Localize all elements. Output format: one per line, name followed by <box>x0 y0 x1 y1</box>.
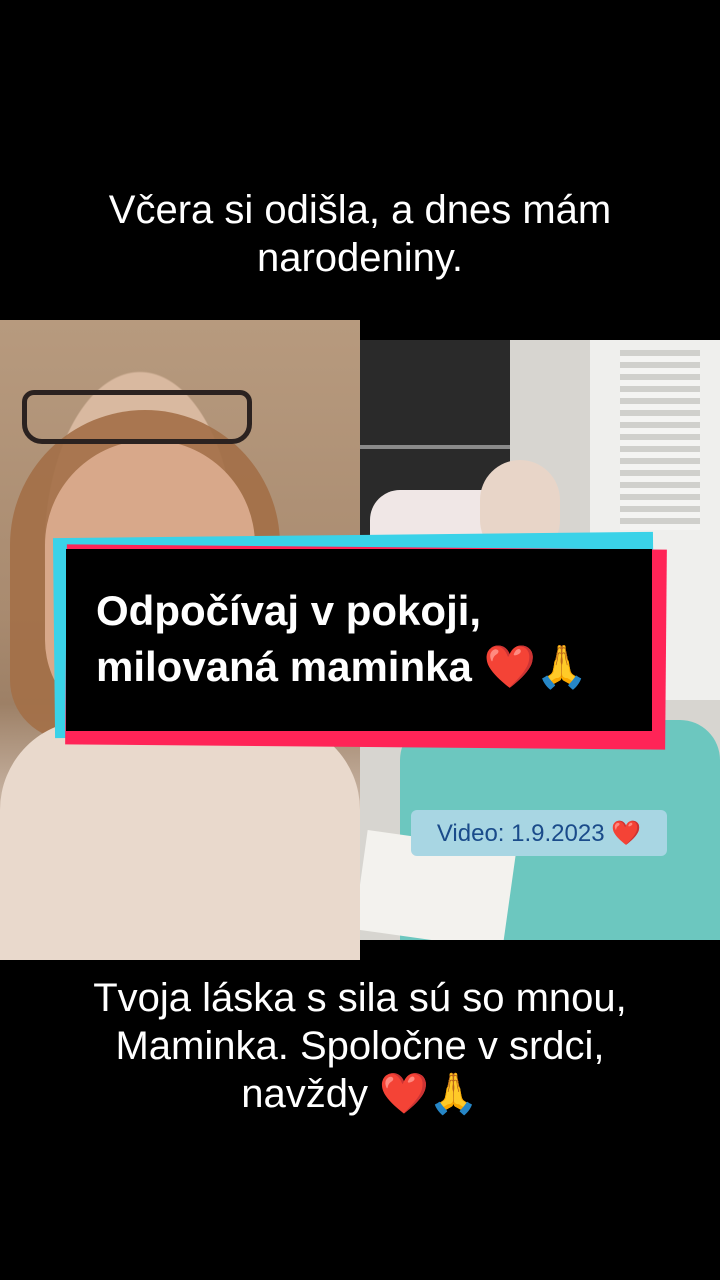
right-video-shelf-line <box>360 445 510 449</box>
video-date-badge: Video: 1.9.2023 ❤️ <box>411 810 667 856</box>
bottom-caption: Tvoja láska s sila sú so mnou, Maminka. … <box>0 974 720 1118</box>
right-video-blinds <box>620 350 700 530</box>
top-caption-line-2: narodeniny. <box>256 236 464 280</box>
left-video-glasses <box>22 390 252 444</box>
bottom-caption-line-2: Maminka. Spoločne v srdci, <box>115 1024 605 1068</box>
overlay-text: Odpočívaj v pokoji, milovaná maminka ❤️🙏 <box>96 583 656 695</box>
overlay-text-line-2: milovaná maminka ❤️🙏 <box>96 643 589 690</box>
left-video-sweater <box>0 720 360 960</box>
top-caption-line-1: Včera si odišla, a dnes mám <box>108 188 612 232</box>
overlay-text-line-1: Odpočívaj v pokoji, <box>96 587 482 634</box>
bottom-caption-line-1: Tvoja láska s sila sú so mnou, <box>93 976 627 1020</box>
bottom-caption-line-3: navždy ❤️🙏 <box>241 1072 479 1116</box>
top-caption: Včera si odišla, a dnes mám narodeniny. <box>0 186 720 282</box>
